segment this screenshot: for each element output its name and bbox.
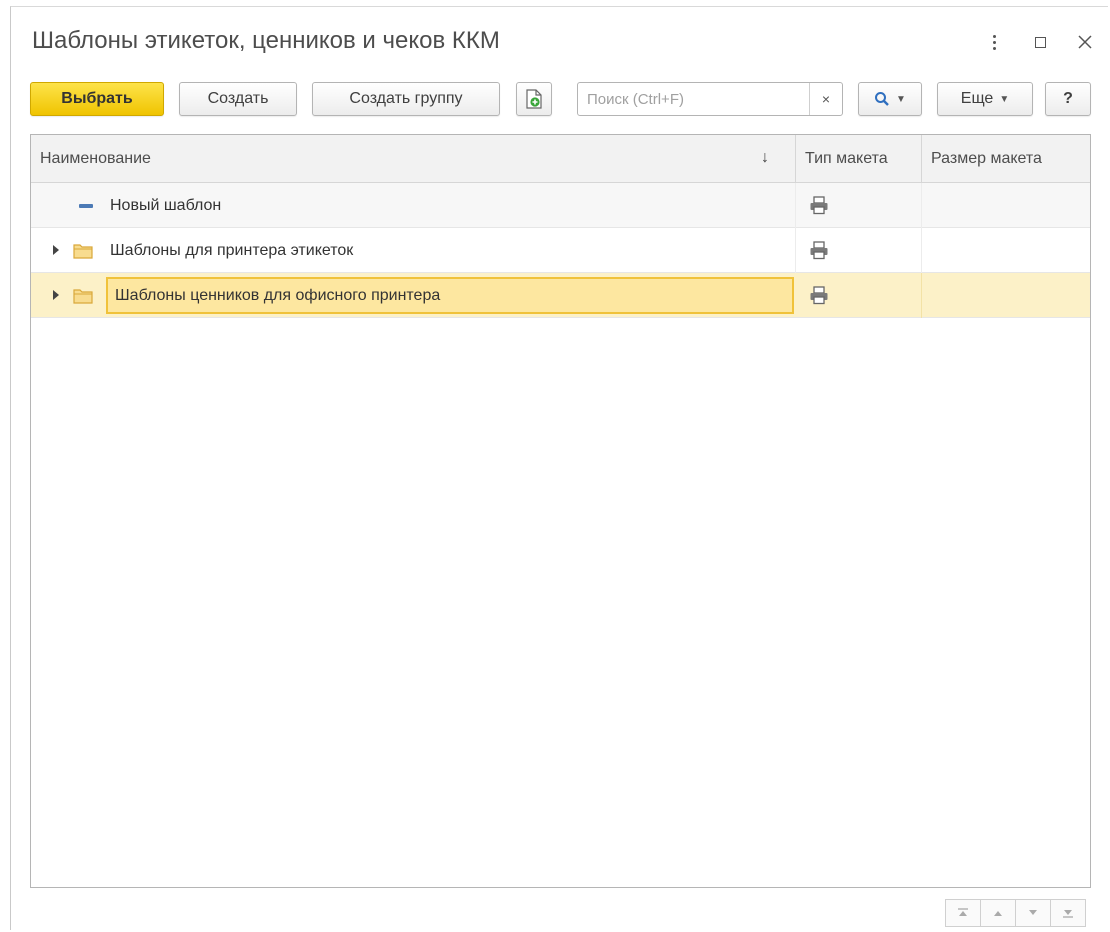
printer-icon <box>810 196 828 215</box>
create-button[interactable]: Создать <box>179 82 297 116</box>
arrow-to-top-icon <box>958 908 968 916</box>
column-header-type[interactable]: Тип макета <box>795 135 921 183</box>
folder-icon <box>73 289 93 304</box>
table-row[interactable]: Шаблоны для принтера этикеток <box>31 228 1090 273</box>
expand-arrow-icon[interactable] <box>53 290 59 300</box>
table-row[interactable]: Новый шаблон <box>31 183 1090 228</box>
table-header: Наименование ↓ Тип макета Размер макета <box>31 135 1090 183</box>
create-group-button[interactable]: Создать группу <box>312 82 500 116</box>
search-options-button[interactable]: ▼ <box>858 82 922 116</box>
more-options-icon[interactable] <box>983 31 1005 53</box>
scroll-up-button[interactable] <box>980 899 1016 927</box>
scroll-down-button[interactable] <box>1015 899 1051 927</box>
printer-icon <box>810 241 828 260</box>
window-title: Шаблоны этикеток, ценников и чеков ККМ <box>32 27 500 54</box>
list-navigation <box>945 899 1090 927</box>
clear-search-button[interactable]: × <box>809 83 842 115</box>
close-icon[interactable] <box>1074 31 1096 53</box>
select-button[interactable]: Выбрать <box>30 82 164 116</box>
folder-icon <box>73 244 93 259</box>
table-row[interactable]: Шаблоны ценников для офисного принтера <box>31 273 1090 318</box>
printer-icon <box>810 286 828 305</box>
new-document-icon <box>526 89 542 109</box>
search-input[interactable] <box>579 84 807 114</box>
column-header-name[interactable]: Наименование <box>31 135 795 183</box>
scroll-to-bottom-button[interactable] <box>1050 899 1086 927</box>
form-window: Шаблоны этикеток, ценников и чеков ККМ В… <box>10 6 1108 930</box>
row-name: Шаблоны ценников для офисного принтера <box>115 286 441 304</box>
row-name: Шаблоны для принтера этикеток <box>110 241 354 259</box>
more-button[interactable]: Еще ▼ <box>937 82 1033 116</box>
search-field: × <box>577 82 843 116</box>
templates-table: Наименование ↓ Тип макета Размер макета … <box>30 134 1091 888</box>
chevron-down-icon: ▼ <box>999 93 1010 105</box>
arrow-to-bottom-icon <box>1063 910 1073 918</box>
maximize-icon[interactable] <box>1029 31 1051 53</box>
item-dash-icon <box>79 204 93 208</box>
sort-down-icon: ↓ <box>761 149 769 166</box>
magnifier-icon <box>875 92 889 106</box>
more-button-label: Еще <box>960 90 994 107</box>
row-name: Новый шаблон <box>110 196 222 214</box>
column-header-size[interactable]: Размер макета <box>921 135 1090 183</box>
arrow-up-icon <box>994 911 1002 916</box>
copy-create-button[interactable] <box>516 82 552 116</box>
help-button[interactable]: ? <box>1045 82 1091 116</box>
arrow-down-icon <box>1029 910 1037 915</box>
scroll-to-top-button[interactable] <box>945 899 981 927</box>
expand-arrow-icon[interactable] <box>53 245 59 255</box>
chevron-down-icon: ▼ <box>896 93 906 105</box>
